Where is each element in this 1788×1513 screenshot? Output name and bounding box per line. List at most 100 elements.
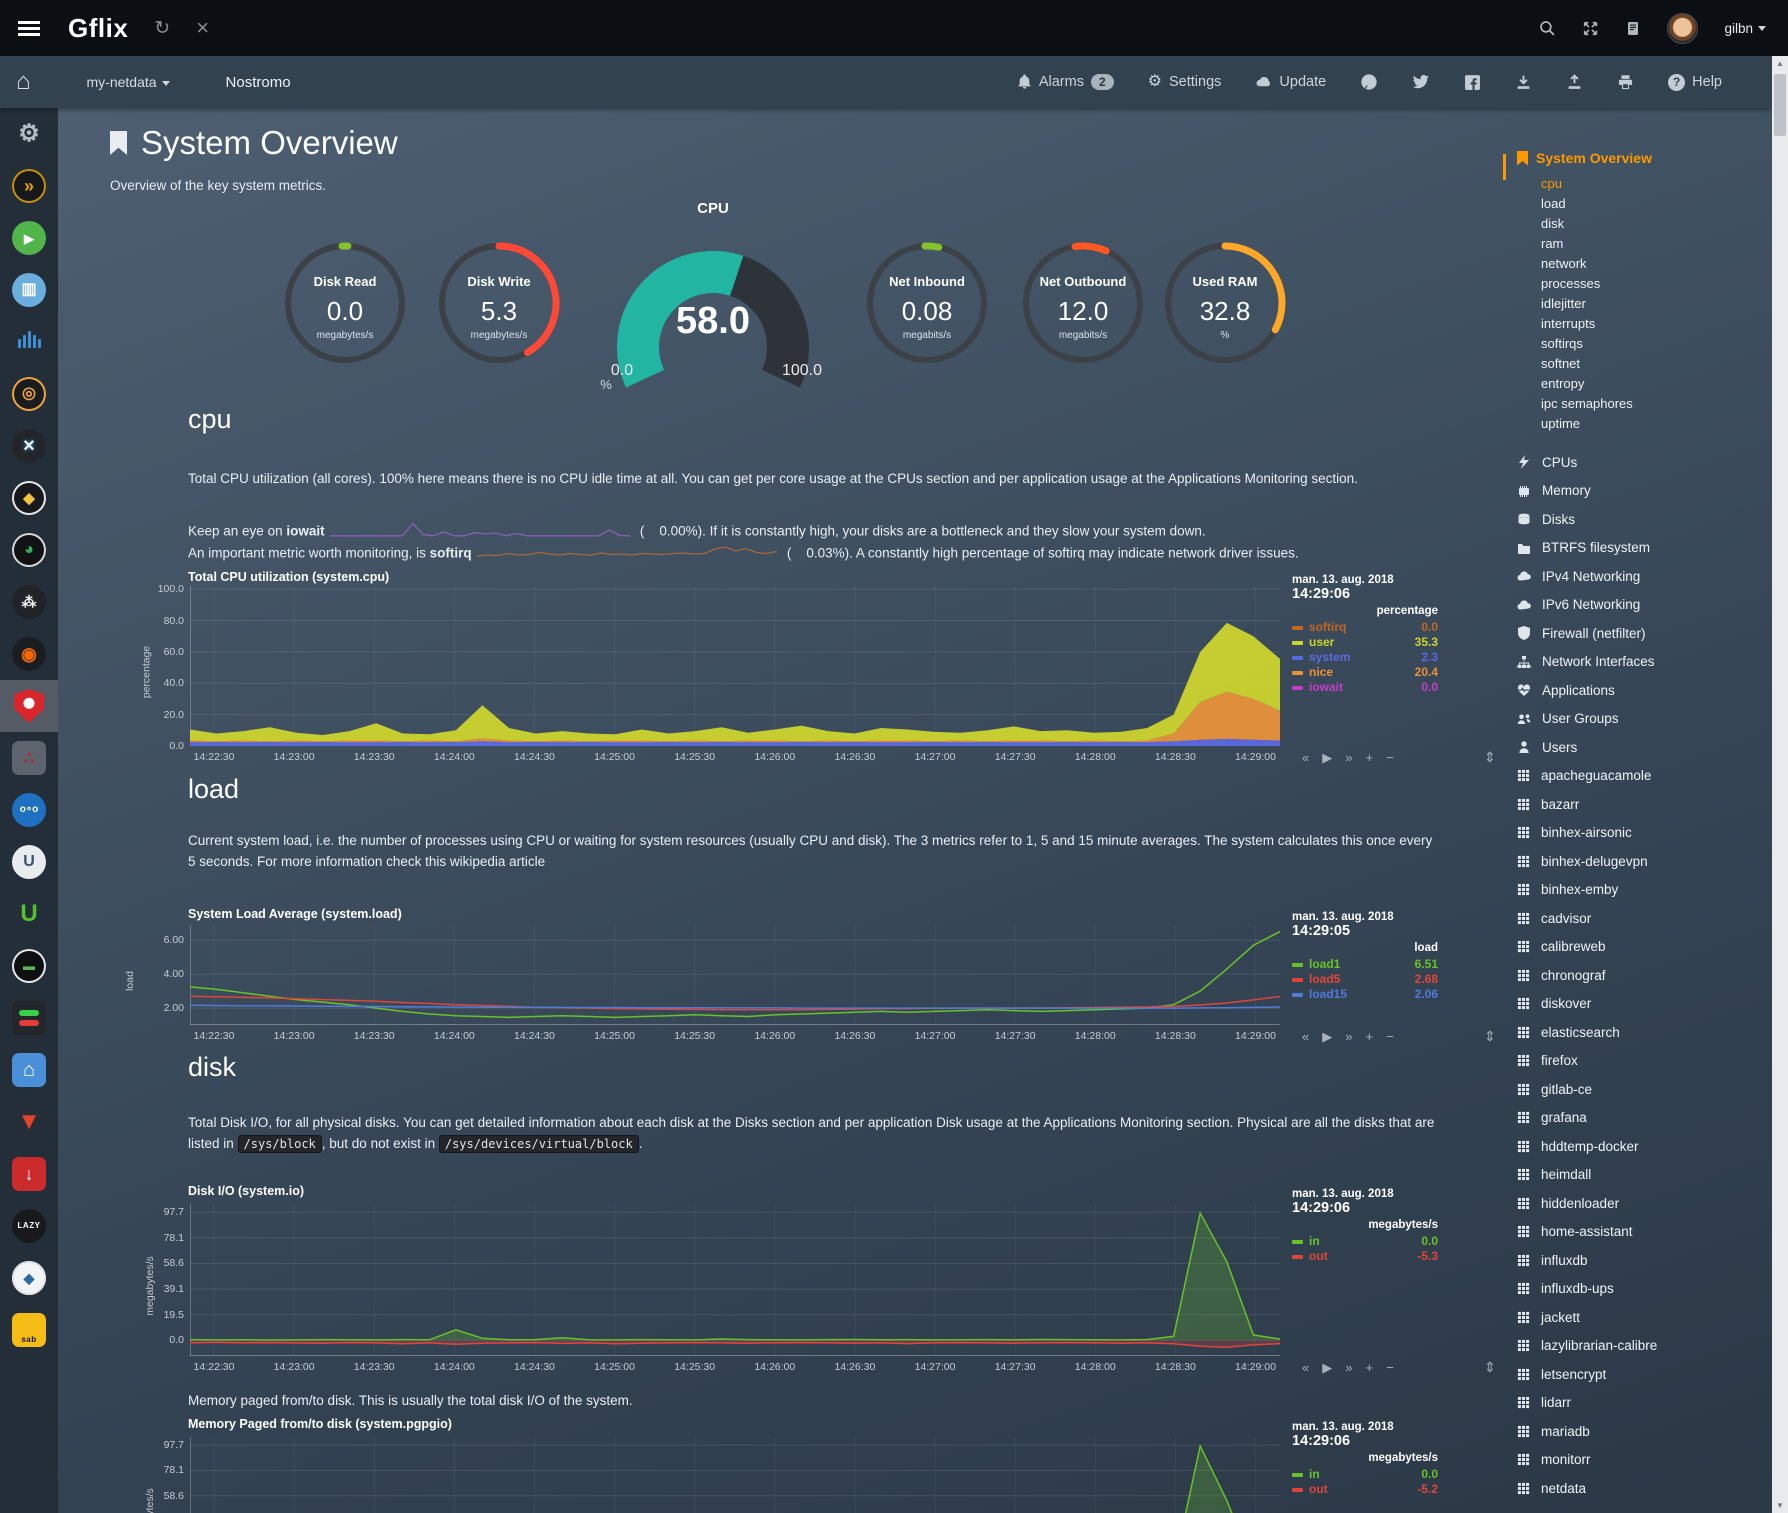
refresh-tab-icon[interactable]: ↻ <box>154 19 170 38</box>
app-jackett-icon[interactable] <box>0 680 58 732</box>
app-lazylibrarian-icon[interactable]: LAZY <box>0 1200 58 1252</box>
sidebar-item-cpu[interactable]: cpu <box>1541 174 1633 194</box>
upload-icon[interactable] <box>1566 74 1583 91</box>
sidebar-section-disks[interactable]: Disks <box>1517 505 1767 534</box>
legend-iowait[interactable]: iowait0.0 <box>1292 680 1438 695</box>
sidebar-section-memory[interactable]: Memory <box>1517 477 1767 506</box>
legend-user[interactable]: user35.3 <box>1292 635 1438 650</box>
sidebar-item-disk[interactable]: disk <box>1541 214 1633 234</box>
sidebar-section-title[interactable]: System Overview <box>1517 150 1652 166</box>
legend-system[interactable]: system2.3 <box>1292 650 1438 665</box>
user-avatar[interactable] <box>1667 13 1698 44</box>
update-button[interactable]: Update <box>1255 74 1326 90</box>
print-icon[interactable] <box>1617 74 1634 91</box>
sidebar-item-ram[interactable]: ram <box>1541 234 1633 254</box>
app-kodi-icon[interactable]: ◆ <box>0 472 58 524</box>
app-berries-icon[interactable]: ∴ <box>0 732 58 784</box>
app-gitlab-icon[interactable]: ▼ <box>0 1096 58 1148</box>
legend-load5[interactable]: load52.68 <box>1292 972 1438 987</box>
chart-resize-handle[interactable]: ⇕ <box>1484 1359 1496 1376</box>
scroll-down-arrow[interactable]: ▼ <box>1772 1498 1788 1513</box>
alarms-button[interactable]: Alarms2 <box>1017 74 1114 90</box>
app-diskover-icon[interactable]: ◎ <box>0 368 58 420</box>
legend-load15[interactable]: load152.06 <box>1292 987 1438 1002</box>
sidebar-app-home-assistant[interactable]: home-assistant <box>1517 1218 1767 1247</box>
page-scrollbar[interactable]: ▲ ▼ <box>1772 56 1788 1513</box>
sidebar-app-mariadb[interactable]: mariadb <box>1517 1417 1767 1446</box>
sidebar-app-hddtemp-docker[interactable]: hddtemp-docker <box>1517 1132 1767 1161</box>
pan-left-button[interactable]: « <box>1302 1029 1309 1045</box>
app-guacamole-icon[interactable]: ▥ <box>0 264 58 316</box>
app-airsonic-icon[interactable] <box>0 316 58 368</box>
scroll-up-arrow[interactable]: ▲ <box>1772 56 1788 71</box>
server-dropdown[interactable]: my-netdata <box>87 74 170 90</box>
legend-in[interactable]: in0.0 <box>1292 1234 1438 1249</box>
sidebar-app-monitorr[interactable]: monitorr <box>1517 1446 1767 1475</box>
zoom-in-button[interactable]: + <box>1365 1029 1373 1045</box>
app-network-nodes-icon[interactable]: ⁂ <box>0 576 58 628</box>
sidebar-app-cadvisor[interactable]: cadvisor <box>1517 904 1767 933</box>
chart-resize-handle[interactable]: ⇕ <box>1484 749 1496 766</box>
pan-right-button[interactable]: » <box>1345 750 1352 766</box>
app-water-drop-icon[interactable]: ◆ <box>0 1252 58 1304</box>
play-button[interactable]: ▶ <box>1322 1029 1332 1045</box>
app-sabnzbd-icon[interactable]: sab <box>0 1304 58 1356</box>
app-unraid-icon[interactable]: U <box>0 888 58 940</box>
help-button[interactable]: ?Help <box>1668 74 1722 91</box>
legend-in[interactable]: in0.0 <box>1292 1467 1438 1482</box>
sidebar-app-hiddenloader[interactable]: hiddenloader <box>1517 1189 1767 1218</box>
sidebar-app-binhex-airsonic[interactable]: binhex-airsonic <box>1517 819 1767 848</box>
sidebar-section-user-groups[interactable]: User Groups <box>1517 705 1767 734</box>
app-youtubedl-icon[interactable]: ↓ <box>0 1148 58 1200</box>
sidebar-app-lidarr[interactable]: lidarr <box>1517 1389 1767 1418</box>
legend-load1[interactable]: load16.51 <box>1292 957 1438 972</box>
sidebar-section-network-interfaces[interactable]: Network Interfaces <box>1517 648 1767 677</box>
legend-nice[interactable]: nice20.4 <box>1292 665 1438 680</box>
sidebar-app-influxdb[interactable]: influxdb <box>1517 1246 1767 1275</box>
sidebar-app-grafana[interactable]: grafana <box>1517 1104 1767 1133</box>
sidebar-app-chronograf[interactable]: chronograf <box>1517 961 1767 990</box>
play-button[interactable]: ▶ <box>1322 750 1332 766</box>
sidebar-section-cpus[interactable]: CPUs <box>1517 448 1767 477</box>
download-icon[interactable] <box>1515 74 1532 91</box>
app-monitorr-icon[interactable] <box>0 992 58 1044</box>
sidebar-item-load[interactable]: load <box>1541 194 1633 214</box>
play-button[interactable]: ▶ <box>1322 1360 1332 1376</box>
close-tab-icon[interactable]: × <box>196 17 209 39</box>
pan-left-button[interactable]: « <box>1302 750 1309 766</box>
sidebar-item-idlejitter[interactable]: idlejitter <box>1541 294 1633 314</box>
sidebar-section-firewall-netfilter[interactable]: Firewall (netfilter) <box>1517 619 1767 648</box>
user-menu[interactable]: gilbn <box>1724 21 1766 36</box>
pan-right-button[interactable]: » <box>1345 1360 1352 1376</box>
twitter-icon[interactable] <box>1412 74 1430 90</box>
app-grafana-icon[interactable]: ◉ <box>0 628 58 680</box>
facebook-icon[interactable] <box>1464 74 1481 91</box>
hamburger-menu-icon[interactable] <box>18 21 40 36</box>
hostname[interactable]: Nostromo <box>226 74 291 91</box>
sidebar-app-elasticsearch[interactable]: elasticsearch <box>1517 1018 1767 1047</box>
zoom-in-button[interactable]: + <box>1365 1360 1373 1376</box>
legend-softirq[interactable]: softirq0.0 <box>1292 620 1438 635</box>
sidebar-item-ipc-semaphores[interactable]: ipc semaphores <box>1541 394 1633 414</box>
sidebar-item-interrupts[interactable]: interrupts <box>1541 314 1633 334</box>
app-home-assistant-icon[interactable]: ⌂ <box>0 1044 58 1096</box>
reader-icon[interactable] <box>1625 20 1641 37</box>
sidebar-item-uptime[interactable]: uptime <box>1541 414 1633 434</box>
sidebar-app-apacheguacamole[interactable]: apacheguacamole <box>1517 762 1767 791</box>
sidebar-section-users[interactable]: Users <box>1517 733 1767 762</box>
sidebar-item-softnet[interactable]: softnet <box>1541 354 1633 374</box>
zoom-out-button[interactable]: − <box>1386 750 1394 766</box>
sidebar-app-binhex-emby[interactable]: binhex-emby <box>1517 876 1767 905</box>
sidebar-section-applications[interactable]: Applications <box>1517 676 1767 705</box>
sidebar-app-bazarr[interactable]: bazarr <box>1517 790 1767 819</box>
app-unifi-icon[interactable]: U <box>0 836 58 888</box>
pan-left-button[interactable]: « <box>1302 1360 1309 1376</box>
scrollbar-thumb[interactable] <box>1774 74 1786 136</box>
sidebar-app-calibreweb[interactable]: calibreweb <box>1517 933 1767 962</box>
app-settings-icon[interactable]: ⚙ <box>0 108 58 160</box>
app-plex-icon[interactable]: » <box>0 160 58 212</box>
app-cadvisor-icon[interactable]: × <box>0 420 58 472</box>
sidebar-section-ipv6-networking[interactable]: IPv6 Networking <box>1517 591 1767 620</box>
app-emby-icon[interactable]: ▶ <box>0 212 58 264</box>
sidebar-item-processes[interactable]: processes <box>1541 274 1633 294</box>
